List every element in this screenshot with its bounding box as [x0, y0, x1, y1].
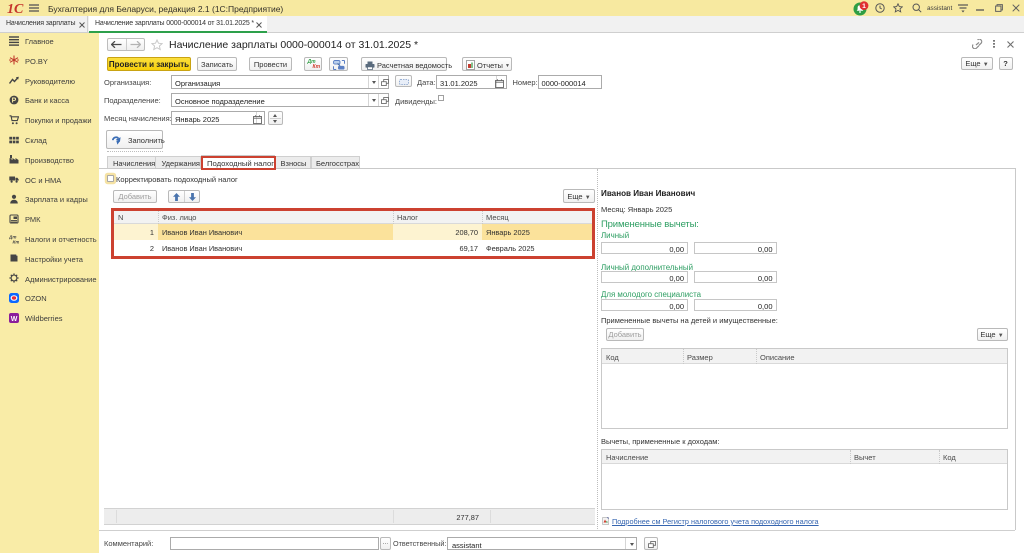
svg-text:Кт: Кт	[13, 239, 20, 244]
svg-text:1С: 1С	[7, 2, 24, 15]
svg-text:Р: Р	[12, 97, 17, 104]
svg-text:W: W	[11, 315, 18, 322]
svg-text:1: 1	[862, 3, 866, 10]
